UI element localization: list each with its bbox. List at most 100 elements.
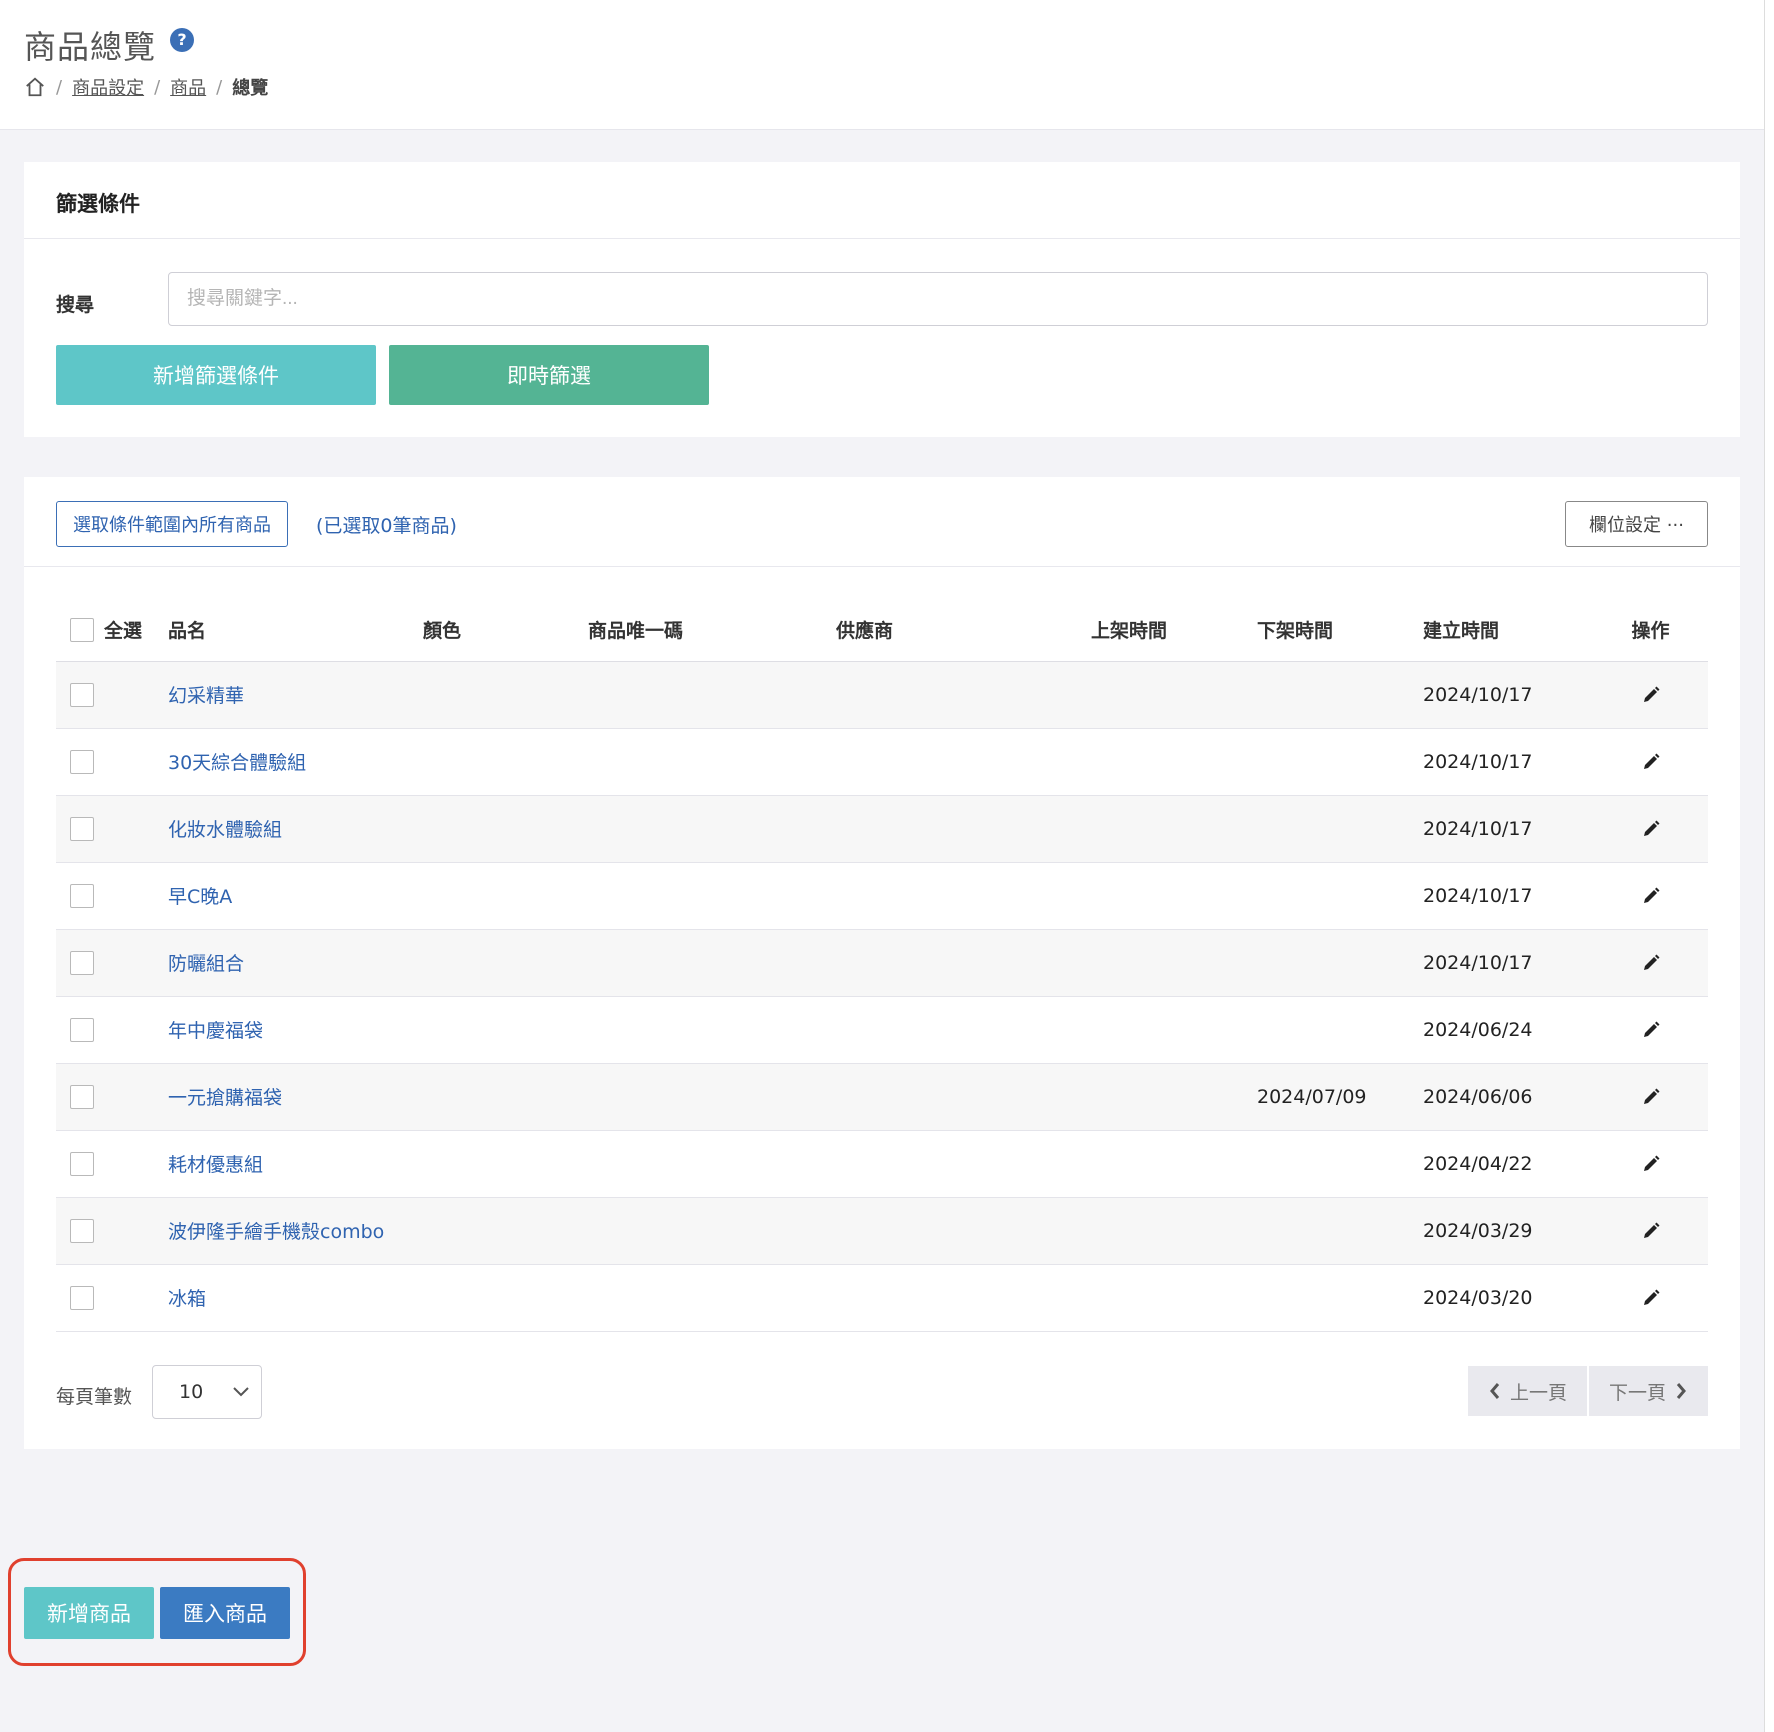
pencil-icon[interactable] [1641,819,1661,839]
product-name-link[interactable]: 耗材優惠組 [168,1154,263,1176]
row-sku [588,1063,836,1131]
row-sku [588,661,836,729]
row-checkbox[interactable] [70,950,94,975]
add-product-button[interactable]: 新增商品 [24,1587,154,1639]
select-all-in-range-button[interactable]: 選取條件範圍內所有商品 [56,501,288,547]
select-all-checkbox[interactable] [70,617,94,642]
row-select-cell [56,795,168,863]
home-icon[interactable] [24,76,46,98]
per-page-select[interactable]: 10 [152,1365,262,1419]
row-color [423,1130,588,1198]
table-row: 幻采精華 2024/10/17 [56,661,1708,729]
row-off-shelf-time [1257,661,1423,729]
row-supplier [836,1264,1091,1332]
selected-count: (已選取0筆商品) [316,515,457,537]
row-color [423,795,588,863]
row-on-shelf-time [1091,728,1257,796]
pencil-icon[interactable] [1641,1288,1661,1308]
next-page-button[interactable]: 下一頁 [1588,1366,1708,1416]
import-product-button[interactable]: 匯入商品 [160,1587,290,1639]
breadcrumb-separator: / [56,76,63,98]
pencil-icon[interactable] [1641,685,1661,705]
row-supplier [836,1063,1091,1131]
chevron-down-icon [233,1387,249,1397]
breadcrumb-products[interactable]: 商品 [170,74,206,100]
row-off-shelf-time [1257,1130,1423,1198]
column-settings-button[interactable]: 欄位設定 ··· [1565,501,1708,547]
product-name-link[interactable]: 防曬組合 [168,953,244,975]
row-supplier [836,1130,1091,1198]
row-color [423,1264,588,1332]
product-name-link[interactable]: 冰箱 [168,1288,206,1310]
row-name-cell: 30天綜合體驗組 [168,728,423,796]
header-created-time: 建立時間 [1423,599,1593,662]
row-color [423,862,588,930]
row-checkbox[interactable] [70,816,94,841]
row-checkbox[interactable] [70,1151,94,1176]
row-select-cell [56,728,168,796]
row-checkbox[interactable] [70,1218,94,1243]
row-name-cell: 波伊隆手繪手機殼combo [168,1197,423,1265]
page-title: 商品總覽 [24,28,157,66]
row-created-time: 2024/06/24 [1423,996,1593,1064]
row-checkbox[interactable] [70,1084,94,1109]
row-color [423,929,588,997]
product-name-link[interactable]: 早C晚A [168,886,232,908]
header-on-shelf-time: 上架時間 [1091,599,1257,662]
row-checkbox[interactable] [70,682,94,707]
row-on-shelf-time [1091,1197,1257,1265]
row-off-shelf-time [1257,929,1423,997]
row-off-shelf-time [1257,996,1423,1064]
row-sku [588,996,836,1064]
row-supplier [836,996,1091,1064]
row-select-cell [56,929,168,997]
row-off-shelf-time [1257,1264,1423,1332]
row-checkbox[interactable] [70,1285,94,1310]
row-on-shelf-time [1091,795,1257,863]
row-color [423,728,588,796]
product-name-link[interactable]: 年中慶福袋 [168,1020,263,1042]
row-select-cell [56,996,168,1064]
row-created-time: 2024/04/22 [1423,1130,1593,1198]
pencil-icon[interactable] [1641,752,1661,772]
table-row: 30天綜合體驗組 2024/10/17 [56,728,1708,796]
product-name-link[interactable]: 一元搶購福袋 [168,1087,282,1109]
row-actions [1593,1264,1708,1332]
row-actions [1593,795,1708,863]
instant-filter-button[interactable]: 即時篩選 [389,345,709,405]
next-page-label: 下一頁 [1608,1381,1666,1404]
breadcrumb-product-settings[interactable]: 商品設定 [72,74,144,100]
product-name-link[interactable]: 化妝水體驗組 [168,819,282,841]
pencil-icon[interactable] [1641,886,1661,906]
table-row: 一元搶購福袋 2024/07/09 2024/06/06 [56,1063,1708,1131]
row-created-time: 2024/10/17 [1423,661,1593,729]
product-name-link[interactable]: 波伊隆手繪手機殼combo [168,1221,384,1243]
pencil-icon[interactable] [1641,1221,1661,1241]
row-color [423,1197,588,1265]
page-scrollbar[interactable] [1764,0,1774,1732]
add-filter-button[interactable]: 新增篩選條件 [56,345,376,405]
search-input[interactable] [168,272,1708,326]
row-select-cell [56,1197,168,1265]
row-checkbox[interactable] [70,749,94,774]
filter-panel: 篩選條件 搜尋 新增篩選條件 即時篩選 [24,162,1740,437]
row-color [423,1063,588,1131]
table-row: 防曬組合 2024/10/17 [56,929,1708,997]
table-row: 冰箱 2024/03/20 [56,1264,1708,1332]
pencil-icon[interactable] [1641,1087,1661,1107]
table-row: 化妝水體驗組 2024/10/17 [56,795,1708,863]
product-name-link[interactable]: 30天綜合體驗組 [168,752,306,774]
row-sku [588,862,836,930]
product-name-link[interactable]: 幻采精華 [168,685,244,707]
table-toolbar: 選取條件範圍內所有商品 (已選取0筆商品) 欄位設定 ··· [24,477,1740,567]
prev-page-button[interactable]: 上一頁 [1467,1366,1587,1416]
row-on-shelf-time [1091,996,1257,1064]
prev-page-label: 上一頁 [1509,1381,1567,1404]
row-checkbox[interactable] [70,1017,94,1042]
pencil-icon[interactable] [1641,953,1661,973]
row-supplier [836,661,1091,729]
pencil-icon[interactable] [1641,1020,1661,1040]
pencil-icon[interactable] [1641,1154,1661,1174]
question-circle-icon[interactable]: ? [170,28,194,52]
row-checkbox[interactable] [70,883,94,908]
